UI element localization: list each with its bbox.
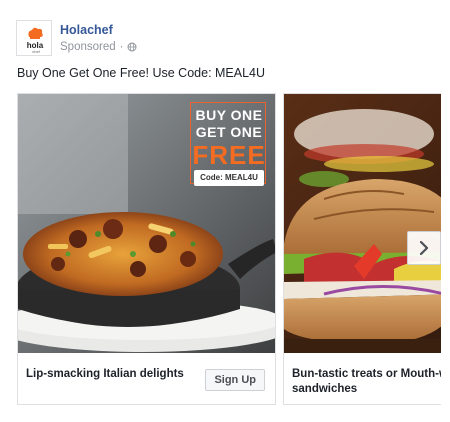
meta-separator: · [119, 41, 124, 53]
sponsored-label[interactable]: Sponsored [60, 41, 116, 53]
globe-icon [127, 42, 137, 52]
post-text: Buy One Get One Free! Use Code: MEAL4U [17, 66, 266, 80]
chevron-right-icon [419, 241, 429, 255]
holachef-logo: hola chef [17, 21, 51, 55]
carousel: BUY ONE GET ONE FREE Code: MEAL4U Lip-sm… [17, 93, 441, 405]
promo-code-badge: Code: MEAL4U [194, 170, 264, 186]
carousel-card-italian[interactable]: BUY ONE GET ONE FREE Code: MEAL4U Lip-sm… [17, 93, 276, 405]
sign-up-button[interactable]: Sign Up [205, 369, 265, 391]
promo-line-2: GET ONE [195, 124, 263, 140]
card-caption[interactable]: Lip-smacking Italian delights [26, 367, 184, 382]
card-image-sandwich[interactable] [284, 94, 441, 353]
carousel-next-button[interactable] [407, 231, 441, 265]
page-avatar[interactable]: hola chef [16, 20, 52, 56]
page-name-link[interactable]: Holachef [60, 23, 113, 37]
post-meta: Sponsored · [60, 41, 137, 53]
promo-free: FREE [192, 140, 266, 170]
promo-line-1: BUY ONE [195, 107, 263, 123]
post-header: hola chef Holachef Sponsored · [16, 20, 436, 56]
card-caption[interactable]: Bun-tastic treats or Mouth-watering sand… [292, 367, 441, 397]
avatar-brand-sub: chef [32, 49, 40, 54]
